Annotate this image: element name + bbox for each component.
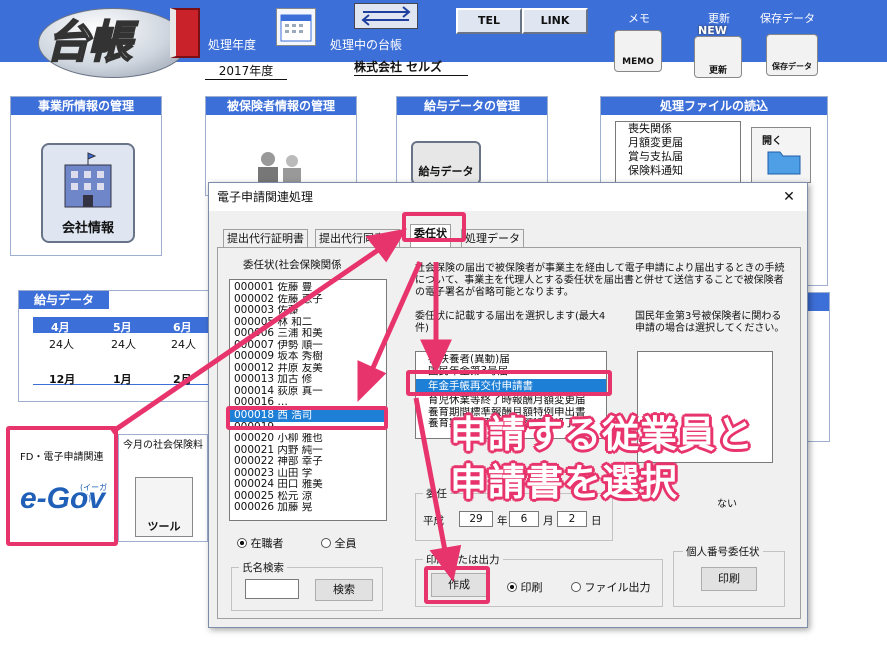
highlight-tab-power-of-attorney (402, 212, 466, 242)
arrow-to-create (413, 397, 449, 557)
arrowhead-employee (357, 360, 387, 403)
highlight-create-button (424, 566, 490, 604)
highlight-selected-employee (226, 406, 388, 430)
arrowhead-form (420, 339, 452, 374)
arrow-to-employee (369, 260, 423, 372)
annotation-line-2: 申請書を選択 (450, 461, 678, 504)
highlight-selected-form (406, 370, 612, 396)
annotation-arrows (110, 228, 462, 582)
arrow-to-tab (110, 243, 386, 435)
annotation-line-1: 申請する従業員と (450, 413, 754, 456)
